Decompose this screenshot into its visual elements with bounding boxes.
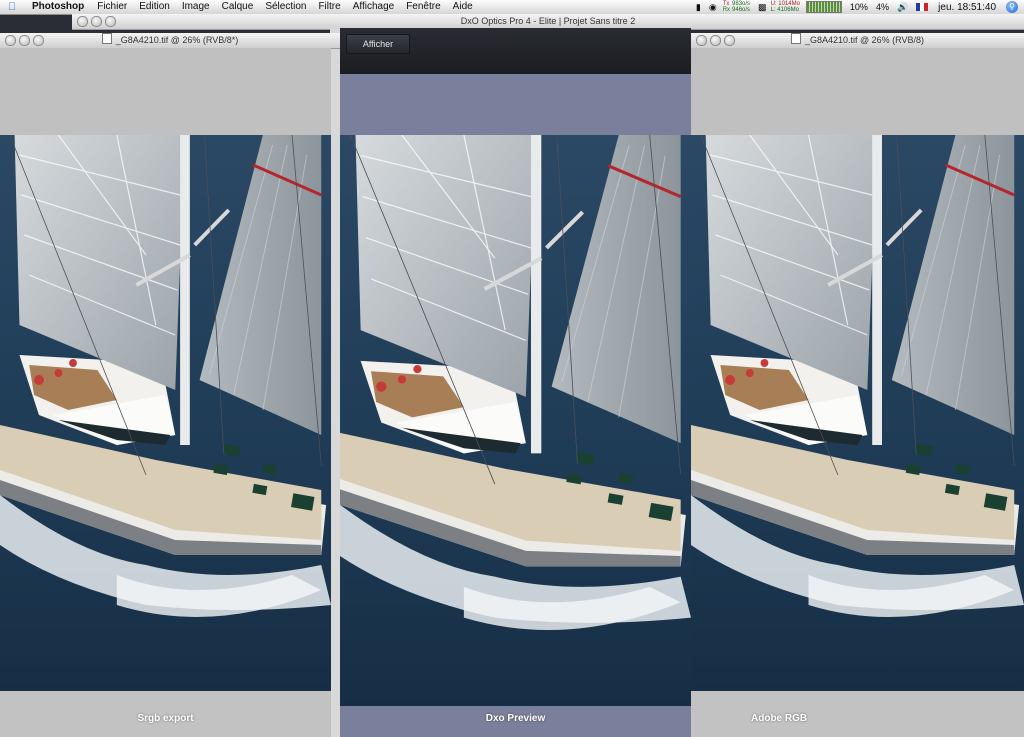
binoculars-icon[interactable]: ◉ xyxy=(709,0,717,14)
memory-values[interactable]: U: 1014Mo L: 4106Mo xyxy=(771,1,800,13)
afficher-button[interactable]: Afficher xyxy=(346,34,410,54)
right-panel-label: Adobe RGB xyxy=(751,713,808,724)
zoom-icon[interactable] xyxy=(33,35,44,46)
right-image-panel: Adobe RGB xyxy=(691,48,1024,737)
dxo-preview-panel xyxy=(340,135,691,706)
minimize-icon[interactable] xyxy=(19,35,30,46)
right-canvas-top xyxy=(691,48,1024,135)
cpu-percent-2[interactable]: 4% xyxy=(876,2,889,12)
network-rx-value: 946o/s xyxy=(732,7,751,13)
script-menu-icon[interactable]: ▮ xyxy=(696,0,701,14)
menu-clock[interactable]: jeu. 18:51:40 xyxy=(938,2,996,13)
menu-filtre[interactable]: Filtre xyxy=(318,0,340,14)
left-window-title: _G8A4210.tif @ 26% (RVB/8*) xyxy=(115,35,239,45)
left-canvas-top xyxy=(0,48,331,135)
dxo-yacht-photo xyxy=(340,135,691,706)
close-icon[interactable] xyxy=(696,35,707,46)
minimize-icon[interactable] xyxy=(710,35,721,46)
menu-fichier[interactable]: Fichier xyxy=(97,0,127,14)
document-icon xyxy=(790,33,801,44)
memory-free: L: 4106Mo xyxy=(770,7,799,13)
zoom-icon[interactable] xyxy=(105,16,116,27)
minimize-icon[interactable] xyxy=(91,16,102,27)
right-window-title: _G8A4210.tif @ 26% (RVB/8) xyxy=(804,35,925,45)
menu-selection[interactable]: Sélection xyxy=(265,0,306,14)
close-icon[interactable] xyxy=(5,35,16,46)
zoom-icon[interactable] xyxy=(724,35,735,46)
menu-app-name[interactable]: Photoshop xyxy=(32,0,84,14)
document-icon xyxy=(101,33,112,44)
apple-menu-icon[interactable]:  xyxy=(8,0,22,14)
network-rx-label: Rx xyxy=(722,7,731,13)
network-values[interactable]: 983o/s 946o/s xyxy=(732,1,750,13)
dxo-window-title: DxO Optics Pro 4 - Elite | Projet Sans t… xyxy=(460,16,636,26)
close-icon[interactable] xyxy=(77,16,88,27)
spotlight-icon[interactable]: ⚲ xyxy=(1006,1,1018,13)
menu-list: Photoshop Fichier Edition Image Calque S… xyxy=(32,0,485,14)
right-yacht-photo xyxy=(691,135,1024,691)
french-flag-icon[interactable] xyxy=(916,3,929,11)
left-window-titlebar[interactable]: _G8A4210.tif @ 26% (RVB/8*) xyxy=(0,33,340,49)
cpu-meter[interactable] xyxy=(805,1,842,13)
volume-icon[interactable]: 🔊 xyxy=(897,0,908,14)
left-yacht-photo xyxy=(0,135,331,691)
menu-calque[interactable]: Calque xyxy=(222,0,254,14)
menu-image[interactable]: Image xyxy=(182,0,210,14)
menu-fenetre[interactable]: Fenêtre xyxy=(406,0,440,14)
window-divider xyxy=(330,28,340,737)
menu-extras: ▮ ◉ Tx Rx 983o/s 946o/s ▩ U: 1014Mo L: 4… xyxy=(688,0,1018,14)
menu-edition[interactable]: Edition xyxy=(139,0,170,14)
right-window-titlebar[interactable]: _G8A4210.tif @ 26% (RVB/8) xyxy=(691,33,1024,49)
right-window-controls xyxy=(696,35,738,46)
dxo-window-controls xyxy=(77,16,119,27)
menu-bar:  Photoshop Fichier Edition Image Calque… xyxy=(0,0,1024,15)
dxo-preview-top-margin xyxy=(340,74,691,135)
monitor-icon[interactable]: ▩ xyxy=(758,0,767,14)
network-labels: Tx Rx xyxy=(723,1,730,13)
menu-aide[interactable]: Aide xyxy=(453,0,473,14)
left-window-controls xyxy=(5,35,47,46)
left-panel-label: Srgb export xyxy=(137,713,194,724)
left-image-panel: Srgb export xyxy=(0,48,331,737)
cpu-percent-1[interactable]: 10% xyxy=(850,2,868,12)
dxo-preview-label: Dxo Preview xyxy=(485,713,546,724)
menu-affichage[interactable]: Affichage xyxy=(353,0,395,14)
